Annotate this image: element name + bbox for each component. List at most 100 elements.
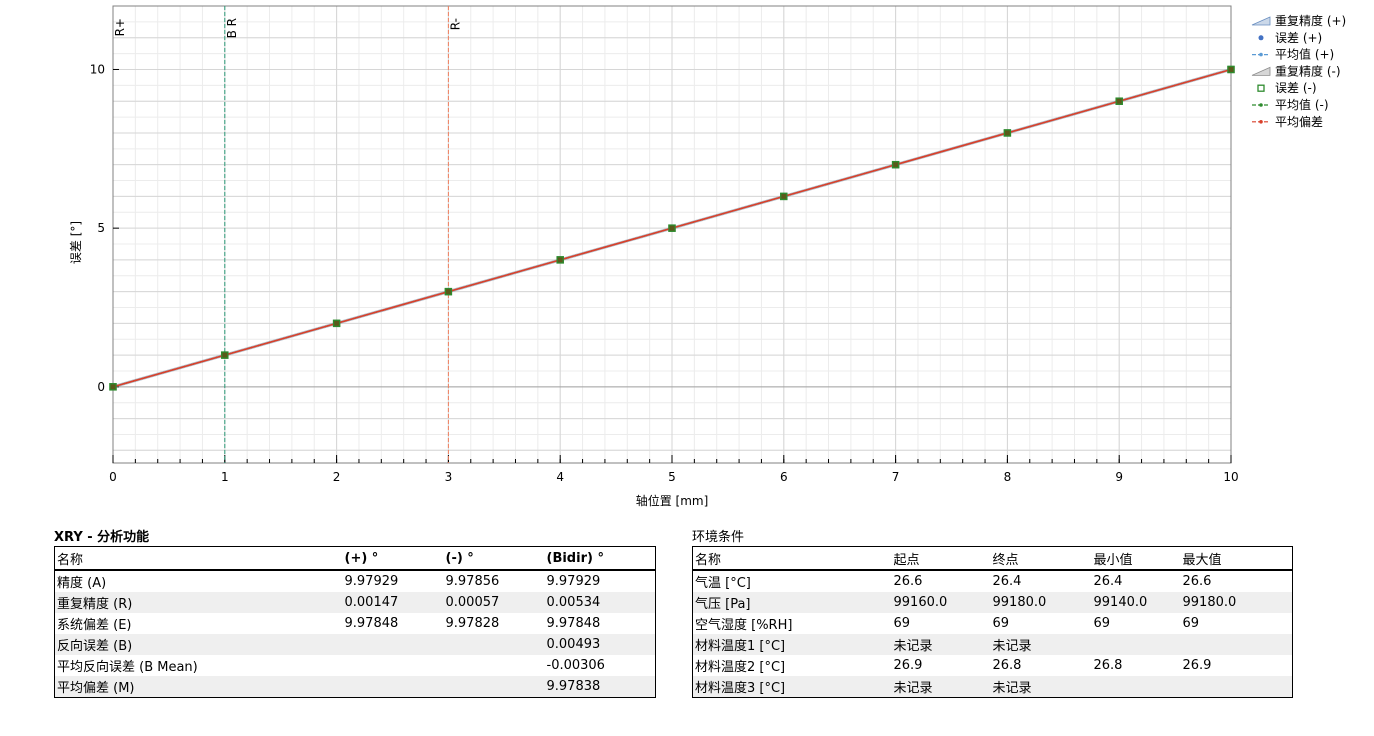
environment-header-name: 名称 [692,546,892,571]
table-cell: 26.9 [893,658,923,673]
legend-square-icon [1257,84,1265,92]
table-cell: 9.97828 [445,616,500,631]
environment-panel: 环境条件 名称 起点 终点 最小值 最大值 气温 [°C] 26.6 26.4 … [692,530,1293,698]
x-tick-label: 7 [892,470,900,484]
series-point [556,256,564,264]
table-cell: 空气湿度 [%RH] [695,618,793,633]
table-cell: 69 [992,616,1010,631]
analysis-header-bidir: (Bidir) ° [544,546,656,571]
table-cell: 99180.0 [1180,592,1293,613]
table-cell [1091,634,1181,655]
series-point [109,383,117,391]
table-row: 平均反向误差 (B Mean) -0.00306 [55,655,656,676]
table-row: 材料温度1 [°C] 未记录 未记录 [692,634,1293,655]
table-cell: -0.00306 [546,658,605,673]
marker-label: R- [448,18,462,30]
environment-header-max: 最大值 [1180,546,1293,571]
table-cell: 26.6 [1182,574,1212,589]
table-cell [1091,676,1181,698]
x-tick-label: 10 [1223,470,1238,484]
table-cell: 99140.0 [1091,592,1181,613]
table-cell [342,634,444,655]
table-row: 平均偏差 (M) 9.97838 [54,676,656,698]
y-axis-title: 误差 [°] [69,221,83,264]
table-cell: 精度 (A) [57,576,107,591]
table-row: 系统偏差 (E) 9.97848 9.97828 9.97848 [55,613,656,634]
table-cell: 未记录 [891,634,991,655]
x-tick-label: 4 [556,470,564,484]
series-point [444,288,452,296]
table-cell: 9.97929 [546,574,601,589]
table-row: 反向误差 (B) 0.00493 [54,634,656,655]
y-tick-label: 10 [90,62,105,76]
table-cell: 26.8 [1093,658,1123,673]
legend-label: 平均偏差 [1275,114,1323,129]
series-point [221,351,229,359]
table-cell [342,676,444,698]
legend-label: 重复精度 (-) [1275,63,1341,78]
analysis-header-plus: (+) ° [342,546,444,571]
analysis-table: 名称 (+) ° (-) ° (Bidir) ° 精度 (A) 9.97929 … [54,546,656,698]
table-cell: 9.97848 [344,616,399,631]
x-tick-label: 0 [109,470,117,484]
legend-item: 平均值 (-) [1252,97,1329,112]
series-point [780,192,788,201]
table-cell: 系统偏差 (E) [57,618,132,633]
table-cell [343,655,444,676]
table-row: 材料温度3 [°C] 未记录 未记录 [692,676,1293,698]
table-cell: 0.00493 [544,634,656,655]
table-cell: 26.6 [893,574,923,589]
table-cell: 重复精度 (R) [54,592,343,613]
marker-label: B R [225,18,239,38]
table-cell: 69 [893,616,911,631]
analysis-panel: XRY - 分析功能 名称 (+) ° (-) ° (Bidir) ° 精度 (… [54,530,656,698]
legend-item: 重复精度 (+) [1251,13,1346,28]
table-cell: 0.00534 [544,592,656,613]
table-cell [1180,676,1293,698]
table-cell: 9.97838 [544,676,656,698]
table-cell [443,676,545,698]
legend-dot-icon [1258,35,1264,41]
table-cell: 平均反向误差 (B Mean) [57,660,198,675]
table-cell: 69 [1182,616,1200,631]
legend: 重复精度 (+) 误差 (+) 平均值 (+)重复精度 (-) 误差 (-) 平均值 (… [1251,13,1346,129]
legend-band-icon [1251,66,1271,76]
environment-table: 名称 起点 终点 最小值 最大值 气温 [°C] 26.6 26.4 26.4 … [692,546,1293,698]
legend-label: 误差 (+) [1275,31,1322,45]
table-cell: 平均偏差 (M) [54,676,343,698]
table-cell: 反向误差 (B) [54,634,343,655]
table-row: 空气湿度 [%RH] 69 69 69 69 [693,613,1293,634]
table-cell: 材料温度2 [°C] [695,660,786,675]
table-cell: 未记录 [990,676,1092,698]
table-row: 精度 (A) 9.97929 9.97856 9.97929 [55,570,656,592]
error-chart: 0 1 2 3 4 5 6 7 8 9 10 0 5 10 轴位置 [mm] 误差 [°] R+ B R R- 重复精… [69,5,1346,508]
table-cell: 69 [1093,616,1111,631]
legend-label: 误差 (-) [1275,81,1317,95]
environment-header-min: 最小值 [1091,546,1181,571]
legend-item: 平均偏差 [1252,114,1323,129]
legend-point-icon [1259,120,1263,124]
x-tick-label: 8 [1004,470,1012,484]
legend-label: 平均值 (+) [1275,47,1334,62]
analysis-title: XRY - 分析功能 [54,530,150,545]
environment-header-start: 起点 [891,546,991,571]
legend-item: 误差 (-) [1257,81,1317,95]
x-tick-label: 9 [1115,470,1123,484]
table-cell: 气压 [Pa] [692,592,892,613]
table-cell: 26.4 [1093,574,1123,589]
x-tick-label: 1 [221,470,229,484]
table-row: 材料温度2 [°C] 26.9 26.8 26.8 26.9 [693,655,1293,676]
series-point [1115,97,1123,105]
series-point [891,161,900,169]
table-cell: 26.8 [992,658,1022,673]
legend-label: 重复精度 (+) [1275,13,1346,28]
table-cell: 9.97929 [344,574,399,589]
legend-point-icon [1259,52,1263,57]
table-cell [444,655,545,676]
series-point [1227,65,1235,74]
table-cell [443,634,545,655]
analysis-header-row: 名称 (+) ° (-) ° (Bidir) ° [54,546,656,571]
legend-item: 平均值 (+) [1252,47,1334,62]
table-cell: 26.9 [1182,658,1212,673]
y-tick-label: 0 [97,380,105,394]
